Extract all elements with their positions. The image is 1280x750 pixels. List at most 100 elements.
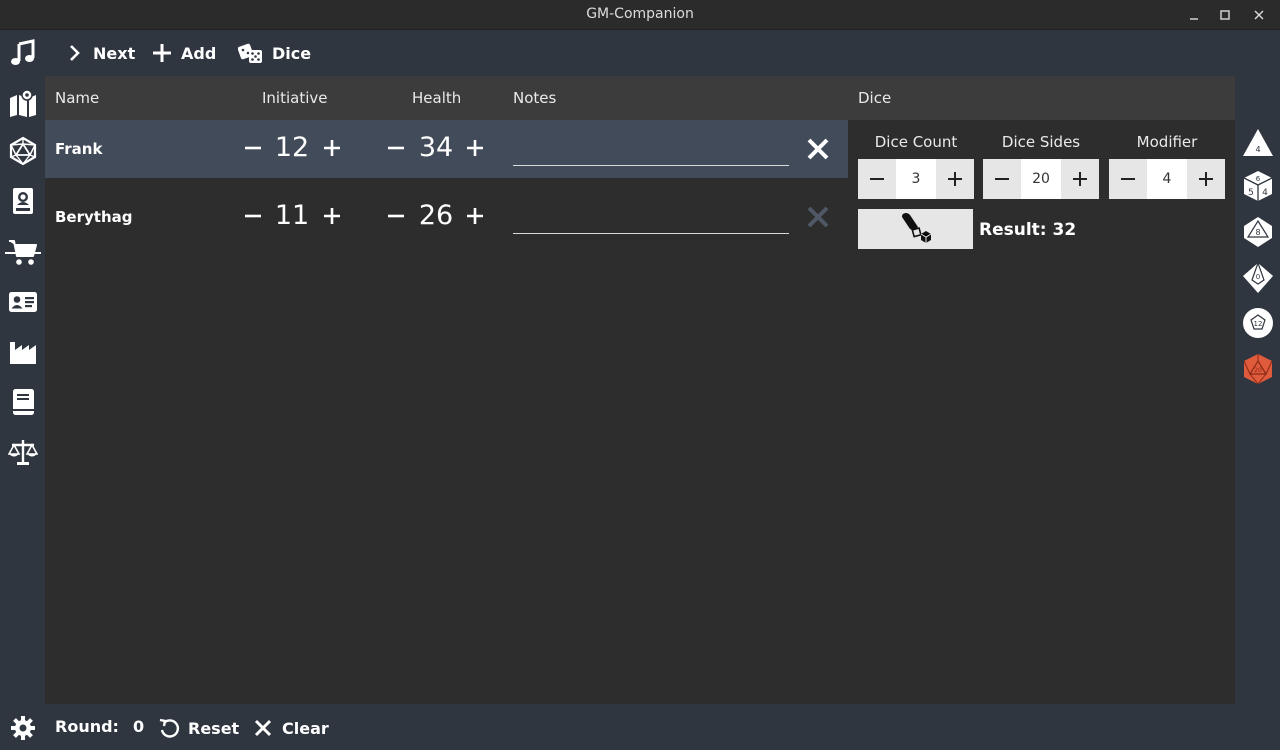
health-increase-button[interactable] <box>460 201 490 231</box>
settings-button[interactable] <box>10 715 36 741</box>
dice-count-label: Dice Count <box>874 133 958 151</box>
dice-count-decrease-button[interactable] <box>858 159 896 199</box>
d6-icon: 5 4 6 <box>1243 171 1273 201</box>
close-icon <box>254 719 272 737</box>
toolbar: Next Add Dice <box>45 30 1235 76</box>
dice-type-bar: 4 5 4 6 8 0 12 20 <box>1235 76 1280 704</box>
add-label: Add <box>181 43 217 63</box>
round-label: Round: <box>55 717 119 736</box>
initiative-decrease-button[interactable] <box>238 133 268 163</box>
notes-input[interactable] <box>513 202 789 234</box>
initiative-value: 11 <box>274 200 310 231</box>
initiative-increase-button[interactable] <box>317 133 347 163</box>
dice-count-value[interactable]: 3 <box>896 159 936 199</box>
minimize-icon <box>1190 18 1198 20</box>
balance-scale-icon <box>8 440 38 465</box>
combatant-name: Frank <box>55 140 103 158</box>
sidebar-item-converter[interactable] <box>5 433 41 471</box>
minus-icon <box>245 146 261 150</box>
svg-text:12: 12 <box>1254 320 1263 328</box>
table-row[interactable]: Berythag 11 26 <box>45 188 848 246</box>
plus-icon <box>948 172 962 186</box>
d20-button-selected[interactable]: 20 <box>1240 351 1276 387</box>
svg-text:4: 4 <box>1255 145 1260 154</box>
dice-sides-spinbox[interactable]: 20 <box>983 159 1099 199</box>
sidebar-item-audio[interactable] <box>5 34 41 72</box>
minus-icon <box>1121 178 1135 180</box>
remove-combatant-button[interactable] <box>802 201 834 233</box>
health-decrease-button[interactable] <box>381 133 411 163</box>
add-button[interactable]: Add <box>151 41 216 65</box>
dice-sides-decrease-button[interactable] <box>983 159 1021 199</box>
modifier-spinbox[interactable]: 4 <box>1109 159 1225 199</box>
sidebar-item-maps[interactable] <box>5 84 41 122</box>
dice-toggle-label: Dice <box>272 43 312 63</box>
svg-text:8: 8 <box>1255 228 1260 237</box>
d20-icon: 20 <box>1243 354 1273 385</box>
health-value: 26 <box>418 200 454 231</box>
minimize-button[interactable] <box>1184 5 1204 25</box>
minus-icon <box>245 214 261 218</box>
initiative-increase-button[interactable] <box>317 201 347 231</box>
sidebar-item-shop[interactable] <box>5 233 41 271</box>
dice-sides-value[interactable]: 20 <box>1021 159 1061 199</box>
d12-button[interactable]: 12 <box>1240 305 1276 341</box>
svg-text:5: 5 <box>1248 188 1254 198</box>
window-title: GM-Companion <box>586 6 694 22</box>
dice-icon <box>238 43 262 63</box>
dice-count-increase-button[interactable] <box>936 159 974 199</box>
d20-icon <box>9 136 37 166</box>
dice-sides-label: Dice Sides <box>1001 133 1081 151</box>
minus-icon <box>388 214 404 218</box>
dice-toggle-button[interactable]: Dice <box>238 41 311 65</box>
table-row[interactable]: Frank 12 34 <box>45 120 848 178</box>
sidebar-item-combat-tracker[interactable] <box>5 182 41 220</box>
reset-button[interactable]: Reset <box>158 717 239 739</box>
clear-button[interactable]: Clear <box>252 717 329 739</box>
header-health: Health <box>412 89 462 107</box>
sidebar-item-notes[interactable] <box>5 383 41 421</box>
modifier-increase-button[interactable] <box>1187 159 1225 199</box>
sidebar-item-generators[interactable] <box>5 333 41 371</box>
chevron-right-icon <box>70 45 80 61</box>
remove-combatant-button[interactable] <box>802 133 834 165</box>
initiative-value: 12 <box>274 132 310 163</box>
d8-button[interactable]: 8 <box>1240 214 1276 250</box>
roll-dice-button[interactable] <box>858 209 973 249</box>
plus-icon <box>1199 172 1213 186</box>
minus-icon <box>870 178 884 180</box>
d6-button[interactable]: 5 4 6 <box>1240 168 1276 204</box>
dice-result: Result: 32 <box>979 220 1077 240</box>
maximize-button[interactable] <box>1215 5 1235 25</box>
next-button[interactable]: Next <box>63 41 135 65</box>
dice-sides-increase-button[interactable] <box>1061 159 1099 199</box>
health-decrease-button[interactable] <box>381 201 411 231</box>
notes-input[interactable] <box>513 134 789 166</box>
close-window-button[interactable] <box>1249 5 1269 25</box>
dice-panel: Dice Count Dice Sides Modifier 3 20 4 Re… <box>848 120 1235 704</box>
health-increase-button[interactable] <box>460 133 490 163</box>
sidebar-item-dice[interactable] <box>5 132 41 170</box>
plus-icon <box>324 140 340 156</box>
music-icon <box>11 39 35 65</box>
d10-icon: 0 <box>1243 261 1273 293</box>
plus-icon <box>467 140 483 156</box>
modifier-value[interactable]: 4 <box>1147 159 1187 199</box>
plus-icon <box>153 44 171 62</box>
d10-button[interactable]: 0 <box>1240 260 1276 296</box>
health-value: 34 <box>418 132 454 163</box>
round-value: 0 <box>132 717 145 736</box>
modifier-decrease-button[interactable] <box>1109 159 1147 199</box>
d4-button[interactable]: 4 <box>1240 125 1276 161</box>
maximize-icon <box>1220 10 1230 20</box>
id-card-icon <box>9 292 37 312</box>
sidebar <box>0 30 45 750</box>
sidebar-item-characters[interactable] <box>5 283 41 321</box>
svg-text:0: 0 <box>1256 273 1260 281</box>
initiative-decrease-button[interactable] <box>238 201 268 231</box>
minus-icon <box>995 178 1009 180</box>
combat-tracker-panel: Name Initiative Health Notes Dice Frank … <box>45 76 1235 704</box>
close-icon <box>807 138 829 160</box>
svg-text:20: 20 <box>1254 367 1262 374</box>
dice-count-spinbox[interactable]: 3 <box>858 159 974 199</box>
